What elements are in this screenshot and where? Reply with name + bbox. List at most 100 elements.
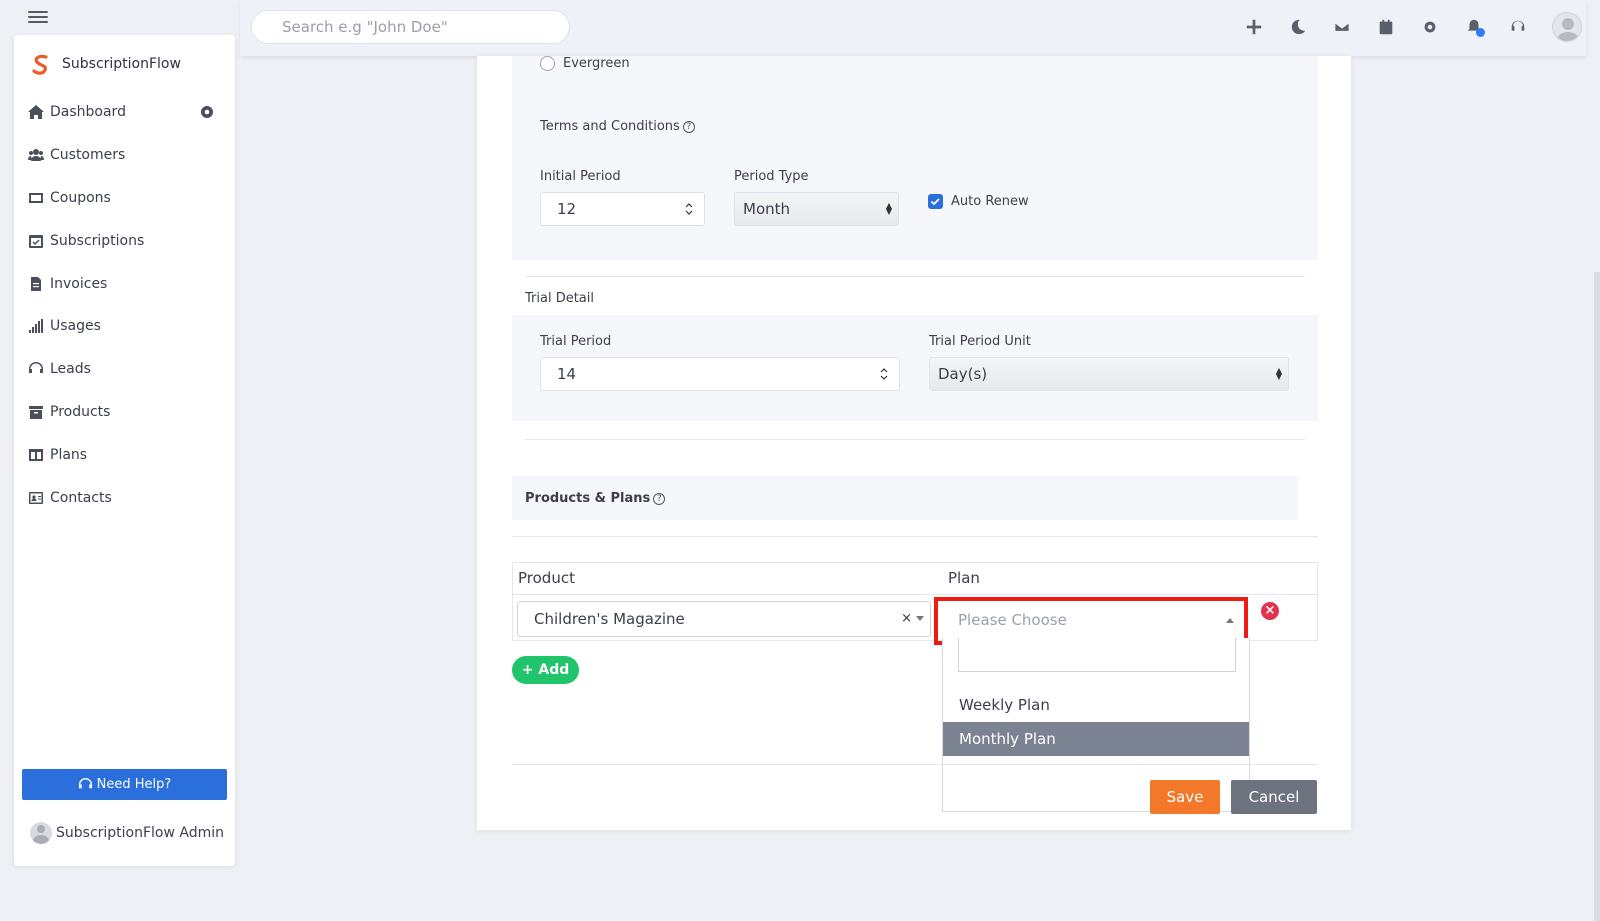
sidebar: SubscriptionFlow Dashboard Customers Cou… bbox=[14, 35, 235, 866]
add-row-button[interactable]: + Add bbox=[512, 656, 579, 684]
trial-period-unit-value: Day(s) bbox=[938, 365, 988, 383]
headset-icon[interactable] bbox=[1504, 13, 1532, 41]
plan-select-placeholder: Please Choose bbox=[958, 611, 1067, 629]
signal-bars-icon bbox=[29, 319, 43, 334]
chevron-up-icon bbox=[1226, 618, 1234, 623]
headset-icon bbox=[78, 777, 92, 789]
home-icon bbox=[28, 105, 44, 120]
sidebar-item-label: Leads bbox=[50, 361, 91, 378]
trial-period-unit-label: Trial Period Unit bbox=[929, 334, 1031, 349]
terms-section bbox=[512, 56, 1318, 260]
spinner-arrows-icon[interactable] bbox=[879, 367, 889, 381]
chevron-down-icon bbox=[916, 616, 924, 621]
search-input[interactable] bbox=[251, 10, 570, 44]
help-question-icon[interactable]: ? bbox=[682, 120, 695, 133]
sidebar-item-subscriptions[interactable]: Subscriptions bbox=[28, 219, 223, 262]
plan-option-weekly[interactable]: Weekly Plan bbox=[943, 688, 1249, 722]
initial-period-label: Initial Period bbox=[540, 169, 621, 184]
sidebar-item-label: Plans bbox=[50, 446, 88, 463]
settings-gear-icon[interactable] bbox=[1416, 13, 1444, 41]
product-select-value: Children's Magazine bbox=[534, 610, 685, 628]
spinner-arrows-icon[interactable] bbox=[684, 202, 694, 216]
auto-renew-label: Auto Renew bbox=[951, 194, 1029, 209]
moon-icon[interactable] bbox=[1284, 13, 1312, 41]
calendar-check-icon bbox=[29, 234, 43, 248]
sidebar-item-label: Customers bbox=[50, 147, 126, 164]
hamburger-menu-icon[interactable] bbox=[28, 8, 48, 24]
sidebar-item-usages[interactable]: Usages bbox=[28, 305, 223, 348]
sidebar-item-customers[interactable]: Customers bbox=[28, 134, 223, 177]
sidebar-item-label: Dashboard bbox=[50, 104, 126, 121]
ticket-icon bbox=[29, 192, 43, 203]
sidebar-item-label: Invoices bbox=[50, 275, 108, 292]
admin-avatar bbox=[30, 822, 52, 844]
sidebar-item-dashboard[interactable]: Dashboard bbox=[28, 91, 223, 134]
trial-period-input[interactable]: 14 bbox=[540, 357, 900, 391]
top-bar bbox=[0, 0, 1600, 56]
plus-icon[interactable] bbox=[1240, 13, 1268, 41]
sidebar-item-contacts[interactable]: Contacts bbox=[28, 476, 223, 519]
sidebar-item-plans[interactable]: Plans bbox=[28, 433, 223, 476]
select-arrows-icon: ▲ ▼ bbox=[1275, 366, 1282, 381]
notification-dot bbox=[1476, 28, 1485, 37]
trial-period-value: 14 bbox=[557, 365, 577, 383]
save-button[interactable]: Save bbox=[1150, 780, 1220, 814]
invoice-icon bbox=[31, 276, 41, 291]
need-help-label: Need Help? bbox=[96, 777, 172, 792]
admin-profile[interactable]: SubscriptionFlow Admin bbox=[30, 822, 224, 844]
initial-period-input[interactable]: 12 bbox=[540, 192, 705, 226]
remove-row-icon[interactable]: × bbox=[1261, 602, 1279, 620]
period-type-select[interactable]: Month ▲ ▼ bbox=[734, 192, 899, 226]
headset-icon bbox=[29, 362, 43, 374]
product-select[interactable]: Children's Magazine × bbox=[517, 601, 931, 637]
sidebar-item-label: Usages bbox=[50, 318, 101, 335]
sidebar-item-label: Products bbox=[50, 403, 111, 420]
envelope-icon[interactable] bbox=[1328, 13, 1356, 41]
contact-card-icon bbox=[29, 491, 43, 504]
trial-detail-label: Trial Detail bbox=[525, 291, 594, 306]
dashboard-gear-icon[interactable] bbox=[199, 104, 215, 120]
terms-text: Terms and Conditions bbox=[540, 119, 680, 134]
initial-period-value: 12 bbox=[557, 200, 577, 218]
footer-divider bbox=[512, 764, 1318, 765]
cancel-button[interactable]: Cancel bbox=[1231, 780, 1317, 814]
clear-selection-icon[interactable]: × bbox=[901, 611, 912, 626]
users-icon bbox=[28, 149, 44, 162]
archive-icon bbox=[29, 405, 43, 419]
sidebar-item-label: Subscriptions bbox=[50, 232, 145, 249]
columns-icon bbox=[29, 448, 43, 461]
page-scrollbar[interactable] bbox=[1594, 272, 1600, 921]
products-plans-text: Products & Plans bbox=[525, 491, 651, 506]
trial-period-unit-select[interactable]: Day(s) ▲ ▼ bbox=[929, 357, 1289, 391]
plan-option-monthly[interactable]: Monthly Plan bbox=[943, 722, 1249, 756]
calendar-icon[interactable] bbox=[1372, 13, 1400, 41]
help-question-icon[interactable]: ? bbox=[653, 492, 666, 505]
subscription-form-panel: Evergreen Terms and Conditions? Initial … bbox=[477, 56, 1351, 830]
need-help-button[interactable]: Need Help? bbox=[22, 769, 227, 800]
admin-name: SubscriptionFlow Admin bbox=[56, 825, 225, 841]
sidebar-item-invoices[interactable]: Invoices bbox=[28, 262, 223, 305]
divider bbox=[525, 439, 1305, 440]
plan-dropdown-search-input[interactable] bbox=[958, 638, 1236, 672]
sidebar-item-leads[interactable]: Leads bbox=[28, 348, 223, 391]
period-type-label: Period Type bbox=[734, 169, 809, 184]
products-plans-label: Products & Plans? bbox=[525, 491, 666, 506]
divider bbox=[512, 536, 1318, 537]
user-avatar[interactable] bbox=[1552, 12, 1582, 42]
sidebar-item-coupons[interactable]: Coupons bbox=[28, 177, 223, 220]
sidebar-item-products[interactable]: Products bbox=[28, 391, 223, 434]
sidebar-item-label: Coupons bbox=[50, 189, 111, 206]
bell-icon[interactable] bbox=[1460, 13, 1488, 41]
sidebar-item-label: Contacts bbox=[50, 489, 112, 506]
plan-column-header: Plan bbox=[948, 569, 980, 587]
evergreen-radio[interactable] bbox=[540, 56, 555, 71]
product-column-header: Product bbox=[518, 569, 575, 587]
table-header-divider bbox=[512, 594, 1318, 595]
subscriptionflow-logo-icon bbox=[32, 54, 48, 75]
select-arrows-icon: ▲ ▼ bbox=[885, 201, 892, 216]
auto-renew-checkbox[interactable] bbox=[928, 194, 943, 209]
top-icon-bar bbox=[1240, 12, 1582, 42]
evergreen-label: Evergreen bbox=[563, 56, 630, 71]
brand[interactable]: SubscriptionFlow bbox=[30, 53, 181, 75]
divider bbox=[525, 276, 1305, 277]
